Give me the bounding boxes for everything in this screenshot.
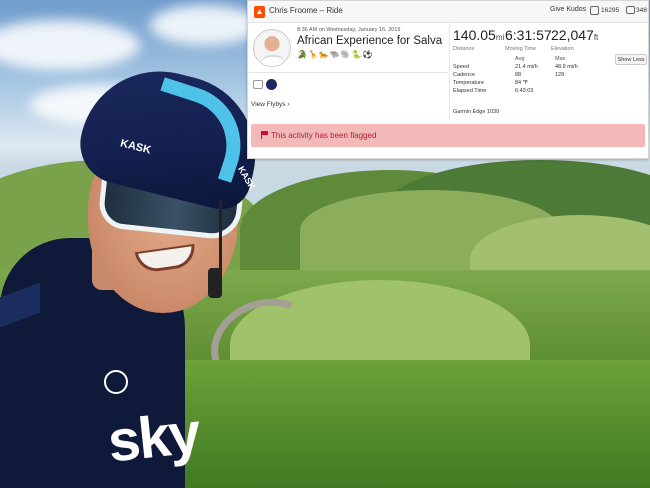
- view-flybys-link[interactable]: View Flybys ›: [251, 101, 290, 108]
- comment-icon[interactable]: [626, 6, 635, 14]
- flag-icon: [261, 131, 268, 139]
- detail-label: Temperature: [453, 80, 484, 86]
- jersey-logo: sky: [104, 400, 202, 475]
- detail-avg: 84 ℉: [515, 80, 528, 86]
- avatar[interactable]: [253, 29, 291, 67]
- activity-title: Chris Froome – Ride: [269, 6, 343, 15]
- helmet-buckle: [208, 268, 222, 298]
- column-header-max: Max: [555, 56, 566, 62]
- stat-unit: mi: [495, 33, 505, 42]
- group-icon[interactable]: [253, 80, 263, 89]
- detail-label: Elapsed Time: [453, 88, 487, 94]
- stat-value: 22,047: [551, 27, 594, 43]
- divider: [248, 72, 448, 73]
- athlete-avatar-small[interactable]: [266, 79, 277, 90]
- detail-max: 128: [555, 72, 565, 78]
- show-less-button[interactable]: Show Less: [615, 54, 647, 65]
- kudos-count[interactable]: 16295: [601, 7, 619, 14]
- detail-label: Cadence: [453, 72, 476, 78]
- strava-logo-icon: [254, 6, 265, 18]
- detail-avg: 88: [515, 72, 522, 78]
- thumbs-up-icon[interactable]: [590, 6, 599, 15]
- flagged-message: This activity has been flagged: [271, 131, 377, 140]
- stat-label: Distance: [453, 46, 475, 52]
- detail-label: Speed: [453, 64, 469, 70]
- stat-label: Elevation: [551, 46, 574, 52]
- detail-avg: 21.4 mi/h: [515, 64, 538, 70]
- stat-unit: ft: [593, 33, 599, 42]
- activity-datetime: 8:36 AM on Wednesday, January 16, 2019: [297, 27, 401, 33]
- cyclist-selfie: sky KASK KASK: [0, 0, 273, 488]
- activity-name: African Experience for Salva: [297, 35, 443, 47]
- detail-avg: 6:43:03: [515, 88, 534, 94]
- activity-header: Chris Froome – Ride Give Kudos 16295 348: [248, 1, 648, 23]
- detail-max: 48.9 mi/h: [555, 64, 578, 70]
- give-kudos-button[interactable]: Give Kudos: [550, 6, 586, 13]
- team-badge-icon: [104, 370, 128, 394]
- activity-panel: Chris Froome – Ride Give Kudos 16295 348…: [247, 0, 649, 159]
- activity-emojis: 🐊🦒🐆🐃🐘🐍⚽: [297, 50, 374, 59]
- column-header-avg: Avg: [515, 56, 525, 62]
- flagged-alert: This activity has been flagged: [251, 124, 645, 147]
- divider: [449, 23, 450, 121]
- stat-moving-time: 6:31:57 Moving Time: [505, 27, 552, 52]
- stat-value: 6:31:57: [505, 27, 552, 43]
- comment-count[interactable]: 348: [636, 7, 647, 14]
- stat-elevation: 22,047ft Elevation: [551, 27, 598, 52]
- stat-distance: 140.05mi Distance: [453, 27, 504, 52]
- stat-label: Moving Time: [505, 46, 537, 52]
- stat-value: 140.05: [453, 27, 496, 43]
- device-name: Garmin Edge 1030: [453, 109, 500, 115]
